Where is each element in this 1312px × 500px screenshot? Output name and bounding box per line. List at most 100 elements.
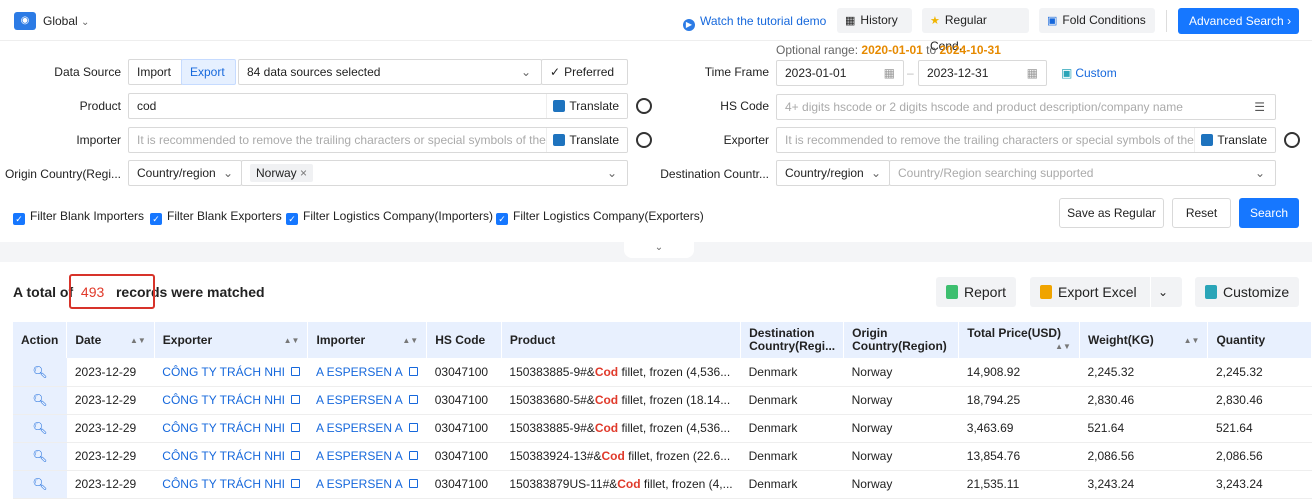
exporter-link[interactable]: CÔNG TY TRÁCH NHI bbox=[162, 477, 285, 491]
date-cell: 2023-12-29 bbox=[66, 442, 155, 471]
sort-icon[interactable]: ▲▼ bbox=[1055, 340, 1071, 353]
collapse-toggle[interactable]: ⌄ bbox=[624, 240, 694, 258]
col-total-price[interactable]: Total Price(USD) ▲▼ bbox=[958, 322, 1080, 358]
importer-link[interactable]: A ESPERSEN A bbox=[316, 421, 403, 435]
exporter-link[interactable]: CÔNG TY TRÁCH NHI bbox=[162, 365, 285, 379]
tutorial-link[interactable]: ▶ Watch the tutorial demo bbox=[683, 14, 826, 31]
sort-icon[interactable]: ▲▼ bbox=[402, 334, 418, 347]
list-icon[interactable]: ☰ bbox=[1250, 95, 1265, 119]
import-toggle[interactable]: Import bbox=[128, 59, 182, 85]
copy-icon[interactable] bbox=[290, 395, 300, 404]
col-importer[interactable]: Importer ▲▼ bbox=[307, 322, 428, 358]
search-icon[interactable]: 🔍︎ bbox=[32, 421, 47, 435]
fold-conditions-button[interactable]: ▣ Fold Conditions bbox=[1039, 8, 1155, 33]
translate-button[interactable]: Translate bbox=[546, 128, 627, 152]
date-cell: 2023-12-29 bbox=[66, 470, 155, 499]
globe-icon[interactable]: ◉ bbox=[14, 12, 36, 30]
search-icon[interactable]: 🔍︎ bbox=[32, 477, 47, 491]
copy-icon[interactable] bbox=[290, 366, 300, 376]
search-icon[interactable]: 🔍︎ bbox=[32, 365, 47, 379]
calendar-icon: ▦ bbox=[883, 66, 895, 80]
copy-icon[interactable] bbox=[408, 423, 418, 432]
destination-cell: Denmark bbox=[740, 414, 844, 443]
custom-link[interactable]: ▣ Custom bbox=[1061, 66, 1117, 80]
date-to-value: 2023-12-31 bbox=[927, 66, 989, 80]
product-keyword: Cod bbox=[594, 393, 619, 407]
translate-button[interactable]: Translate bbox=[546, 94, 627, 118]
close-icon[interactable]: × bbox=[300, 166, 307, 180]
weight-cell: 3,243.24 bbox=[1079, 470, 1208, 499]
filter-logistics-exporters[interactable]: ✓ Filter Logistics Company(Exporters) bbox=[496, 209, 704, 225]
destination-country-select[interactable]: Country/Region searching supported ⌄ bbox=[889, 160, 1276, 186]
importer-link[interactable]: A ESPERSEN A bbox=[316, 393, 403, 407]
copy-icon[interactable] bbox=[408, 479, 418, 488]
data-sources-select[interactable]: 84 data sources selected ⌄ bbox=[238, 59, 542, 85]
dest-type-value: Country/region bbox=[785, 166, 864, 180]
weight-cell: 2,245.32 bbox=[1079, 358, 1208, 387]
origin-type-select[interactable]: Country/region ⌄ bbox=[128, 160, 242, 186]
importer-link[interactable]: A ESPERSEN A bbox=[316, 365, 403, 379]
copy-icon[interactable] bbox=[408, 451, 418, 460]
importer-input[interactable]: It is recommended to remove the trailing… bbox=[128, 127, 628, 153]
exporter-link[interactable]: CÔNG TY TRÁCH NHI bbox=[162, 449, 285, 463]
col-date[interactable]: Date ▲▼ bbox=[66, 322, 155, 358]
custom-label: Custom bbox=[1075, 66, 1117, 80]
sort-icon[interactable]: ▲▼ bbox=[1184, 334, 1200, 347]
filter-blank-importers[interactable]: ✓ Filter Blank Importers bbox=[13, 209, 144, 225]
report-button[interactable]: Report bbox=[936, 277, 1016, 307]
date-to-input[interactable]: 2023-12-31 ▦ bbox=[918, 60, 1047, 86]
history-button[interactable]: ▦ History bbox=[837, 8, 912, 33]
filter-blank-exporters[interactable]: ✓ Filter Blank Exporters bbox=[150, 209, 282, 225]
chevron-down-icon: ⌄ bbox=[520, 65, 531, 79]
copy-icon[interactable] bbox=[408, 395, 418, 404]
ai-assist-icon[interactable] bbox=[1284, 132, 1300, 148]
copy-icon[interactable] bbox=[290, 423, 300, 432]
sources-value: 84 data sources selected bbox=[247, 65, 381, 79]
sort-icon[interactable]: ▲▼ bbox=[284, 334, 300, 347]
product-suffix: fillet, frozen (18.14... bbox=[618, 393, 731, 407]
sort-icon[interactable]: ▲▼ bbox=[130, 334, 146, 347]
exporter-input[interactable]: It is recommended to remove the trailing… bbox=[776, 127, 1276, 153]
region-selector[interactable]: Global ⌄ bbox=[43, 14, 89, 28]
importer-link[interactable]: A ESPERSEN A bbox=[316, 449, 403, 463]
export-excel-button[interactable]: Export Excel ⌄ bbox=[1030, 277, 1182, 307]
save-regular-button[interactable]: Save as Regular bbox=[1059, 198, 1164, 228]
ai-assist-icon[interactable] bbox=[636, 98, 652, 114]
col-exporter[interactable]: Exporter ▲▼ bbox=[154, 322, 309, 358]
preferred-button[interactable]: ✓ Preferred bbox=[541, 59, 628, 85]
region-label: Global bbox=[43, 14, 78, 28]
advanced-search-button[interactable]: Advanced Search › bbox=[1178, 8, 1299, 34]
product-input[interactable]: cod Translate bbox=[128, 93, 628, 119]
translate-button[interactable]: Translate bbox=[1194, 128, 1275, 152]
copy-icon[interactable] bbox=[408, 366, 418, 376]
weight-cell: 2,830.46 bbox=[1079, 386, 1208, 415]
regular-cond-button[interactable]: ★ Regular Cond. bbox=[922, 8, 1029, 53]
exporter-link[interactable]: CÔNG TY TRÁCH NHI bbox=[162, 393, 285, 407]
hs-code-cell: 03047100 bbox=[426, 442, 502, 471]
product-suffix: fillet, frozen (4,536... bbox=[618, 421, 731, 435]
col-weight[interactable]: Weight(KG) ▲▼ bbox=[1079, 322, 1209, 358]
ai-assist-icon[interactable] bbox=[636, 132, 652, 148]
customize-button[interactable]: Customize bbox=[1195, 277, 1299, 307]
search-button[interactable]: Search bbox=[1239, 198, 1299, 228]
exporter-link[interactable]: CÔNG TY TRÁCH NHI bbox=[162, 421, 285, 435]
filter-logistics-importers[interactable]: ✓ Filter Logistics Company(Importers) bbox=[286, 209, 493, 225]
importer-link[interactable]: A ESPERSEN A bbox=[316, 477, 403, 491]
results-table: Action Date ▲▼ Exporter ▲▼ Importer ▲▼ HS C… bbox=[13, 322, 1312, 499]
export-toggle[interactable]: Export bbox=[181, 59, 236, 85]
copy-icon[interactable] bbox=[290, 479, 300, 488]
hs-code-input[interactable]: 4+ digits hscode or 2 digits hscode and … bbox=[776, 94, 1276, 120]
filter-label: Filter Blank Importers bbox=[30, 209, 145, 223]
origin-tag-label: Norway bbox=[256, 166, 297, 180]
product-prefix: 150383924-13#& bbox=[509, 449, 602, 463]
reset-button[interactable]: Reset bbox=[1172, 198, 1231, 228]
search-icon[interactable]: 🔍︎ bbox=[32, 393, 47, 407]
hs-code-label: HS Code bbox=[720, 99, 769, 113]
origin-country-select[interactable]: Norway × ⌄ bbox=[241, 160, 628, 186]
dest-type-select[interactable]: Country/region ⌄ bbox=[776, 160, 890, 186]
range-to: 2024-10-31 bbox=[939, 43, 1001, 57]
search-icon[interactable]: 🔍︎ bbox=[32, 449, 47, 463]
chevron-down-icon[interactable]: ⌄ bbox=[1158, 277, 1168, 307]
date-from-input[interactable]: 2023-01-01 ▦ bbox=[776, 60, 904, 86]
copy-icon[interactable] bbox=[290, 451, 300, 460]
